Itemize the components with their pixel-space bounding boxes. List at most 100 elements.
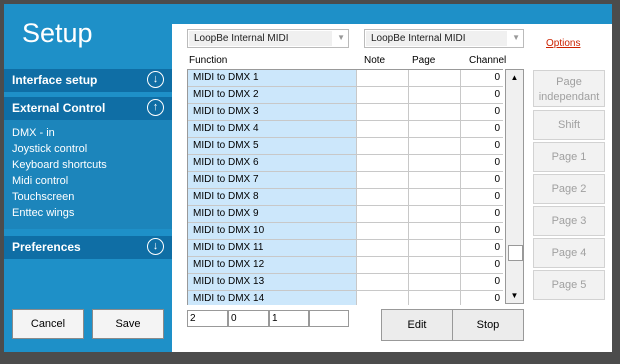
table-row[interactable]: MIDI to DMX 2 0 [188, 87, 503, 104]
external-control-header[interactable]: External Control ↑ [4, 97, 172, 120]
page-1-button[interactable]: Page 1 [533, 142, 605, 172]
function-cell[interactable]: MIDI to DMX 1 [188, 70, 356, 86]
page-cell[interactable] [408, 104, 460, 120]
function-cell[interactable]: MIDI to DMX 5 [188, 138, 356, 154]
table-row[interactable]: MIDI to DMX 14 0 [188, 291, 503, 305]
menu-item-keyboard-shortcuts[interactable]: Keyboard shortcuts [12, 159, 107, 171]
shift-button[interactable]: Shift [533, 110, 605, 140]
table-row[interactable]: MIDI to DMX 6 0 [188, 155, 503, 172]
menu-item-midi-control[interactable]: Midi control [12, 175, 68, 187]
note-cell[interactable] [356, 240, 408, 256]
table-row[interactable]: MIDI to DMX 9 0 [188, 206, 503, 223]
menu-item-touchscreen[interactable]: Touchscreen [12, 191, 74, 203]
function-cell[interactable]: MIDI to DMX 14 [188, 291, 356, 305]
save-button[interactable]: Save [92, 309, 164, 339]
page-cell[interactable] [408, 291, 460, 305]
page-cell[interactable] [408, 70, 460, 86]
midi-output-dropdown[interactable]: LoopBe Internal MIDI ▼ [364, 29, 524, 48]
function-cell[interactable]: MIDI to DMX 13 [188, 274, 356, 290]
table-row[interactable]: MIDI to DMX 11 0 [188, 240, 503, 257]
function-cell[interactable]: MIDI to DMX 2 [188, 87, 356, 103]
function-cell[interactable]: MIDI to DMX 7 [188, 172, 356, 188]
midi-input-dropdown[interactable]: LoopBe Internal MIDI ▼ [187, 29, 349, 48]
channel-cell[interactable]: 0 [460, 155, 503, 171]
interface-setup-header[interactable]: Interface setup ↓ [4, 69, 172, 92]
note-cell[interactable] [356, 104, 408, 120]
channel-cell[interactable]: 0 [460, 240, 503, 256]
channel-cell[interactable]: 0 [460, 274, 503, 290]
preferences-header[interactable]: Preferences ↓ [4, 236, 172, 259]
note-cell[interactable] [356, 291, 408, 305]
channel-cell[interactable]: 0 [460, 70, 503, 86]
page-cell[interactable] [408, 240, 460, 256]
function-cell[interactable]: MIDI to DMX 12 [188, 257, 356, 273]
channel-cell[interactable]: 0 [460, 138, 503, 154]
menu-item-joystick-control[interactable]: Joystick control [12, 143, 87, 155]
options-link[interactable]: Options [546, 38, 580, 49]
channel-cell[interactable]: 0 [460, 223, 503, 239]
note-cell[interactable] [356, 223, 408, 239]
function-cell[interactable]: MIDI to DMX 3 [188, 104, 356, 120]
page-3-button[interactable]: Page 3 [533, 206, 605, 236]
channel-cell[interactable]: 0 [460, 172, 503, 188]
function-cell[interactable]: MIDI to DMX 9 [188, 206, 356, 222]
table-row[interactable]: MIDI to DMX 10 0 [188, 223, 503, 240]
page-cell[interactable] [408, 257, 460, 273]
scroll-thumb[interactable] [508, 245, 523, 261]
page-5-button[interactable]: Page 5 [533, 270, 605, 300]
page-cell[interactable] [408, 138, 460, 154]
note-cell[interactable] [356, 172, 408, 188]
scroll-down-icon[interactable]: ▼ [506, 288, 523, 303]
channel-cell[interactable]: 0 [460, 121, 503, 137]
edit-button[interactable]: Edit [381, 309, 453, 341]
table-row[interactable]: MIDI to DMX 12 0 [188, 257, 503, 274]
expand-down-icon[interactable]: ↓ [147, 238, 164, 255]
vertical-scrollbar[interactable]: ▲ ▼ [505, 69, 524, 304]
note-cell[interactable] [356, 138, 408, 154]
table-row[interactable]: MIDI to DMX 3 0 [188, 104, 503, 121]
page-2-button[interactable]: Page 2 [533, 174, 605, 204]
note-cell[interactable] [356, 206, 408, 222]
cancel-button[interactable]: Cancel [12, 309, 84, 339]
page-cell[interactable] [408, 189, 460, 205]
table-row[interactable]: MIDI to DMX 8 0 [188, 189, 503, 206]
note-cell[interactable] [356, 189, 408, 205]
function-cell[interactable]: MIDI to DMX 11 [188, 240, 356, 256]
page-cell[interactable] [408, 223, 460, 239]
note-cell[interactable] [356, 70, 408, 86]
page-cell[interactable] [408, 274, 460, 290]
page-independant-button[interactable]: Page independant [533, 70, 605, 107]
table-row[interactable]: MIDI to DMX 5 0 [188, 138, 503, 155]
function-cell[interactable]: MIDI to DMX 6 [188, 155, 356, 171]
scroll-up-icon[interactable]: ▲ [506, 70, 523, 85]
stop-button[interactable]: Stop [452, 309, 524, 341]
channel-cell[interactable]: 0 [460, 206, 503, 222]
page-4-button[interactable]: Page 4 [533, 238, 605, 268]
table-row[interactable]: MIDI to DMX 1 0 [188, 70, 503, 87]
mapping-table[interactable]: MIDI to DMX 1 0 MIDI to DMX 2 0 MIDI to DMX … [187, 69, 503, 305]
page-cell[interactable] [408, 172, 460, 188]
function-cell[interactable]: MIDI to DMX 4 [188, 121, 356, 137]
expand-down-icon[interactable]: ↓ [147, 71, 164, 88]
channel-cell[interactable]: 0 [460, 87, 503, 103]
channel-cell[interactable]: 0 [460, 291, 503, 305]
note-cell[interactable] [356, 87, 408, 103]
function-cell[interactable]: MIDI to DMX 10 [188, 223, 356, 239]
page-cell[interactable] [408, 206, 460, 222]
note-cell[interactable] [356, 155, 408, 171]
note-cell[interactable] [356, 257, 408, 273]
function-cell[interactable]: MIDI to DMX 8 [188, 189, 356, 205]
table-row[interactable]: MIDI to DMX 7 0 [188, 172, 503, 189]
page-cell[interactable] [408, 121, 460, 137]
channel-cell[interactable]: 0 [460, 257, 503, 273]
menu-item-dmx-in[interactable]: DMX - in [12, 127, 55, 139]
page-cell[interactable] [408, 87, 460, 103]
channel-cell[interactable]: 0 [460, 104, 503, 120]
table-row[interactable]: MIDI to DMX 13 0 [188, 274, 503, 291]
menu-item-enttec-wings[interactable]: Enttec wings [12, 207, 74, 219]
table-row[interactable]: MIDI to DMX 4 0 [188, 121, 503, 138]
page-cell[interactable] [408, 155, 460, 171]
channel-cell[interactable]: 0 [460, 189, 503, 205]
note-cell[interactable] [356, 274, 408, 290]
note-cell[interactable] [356, 121, 408, 137]
